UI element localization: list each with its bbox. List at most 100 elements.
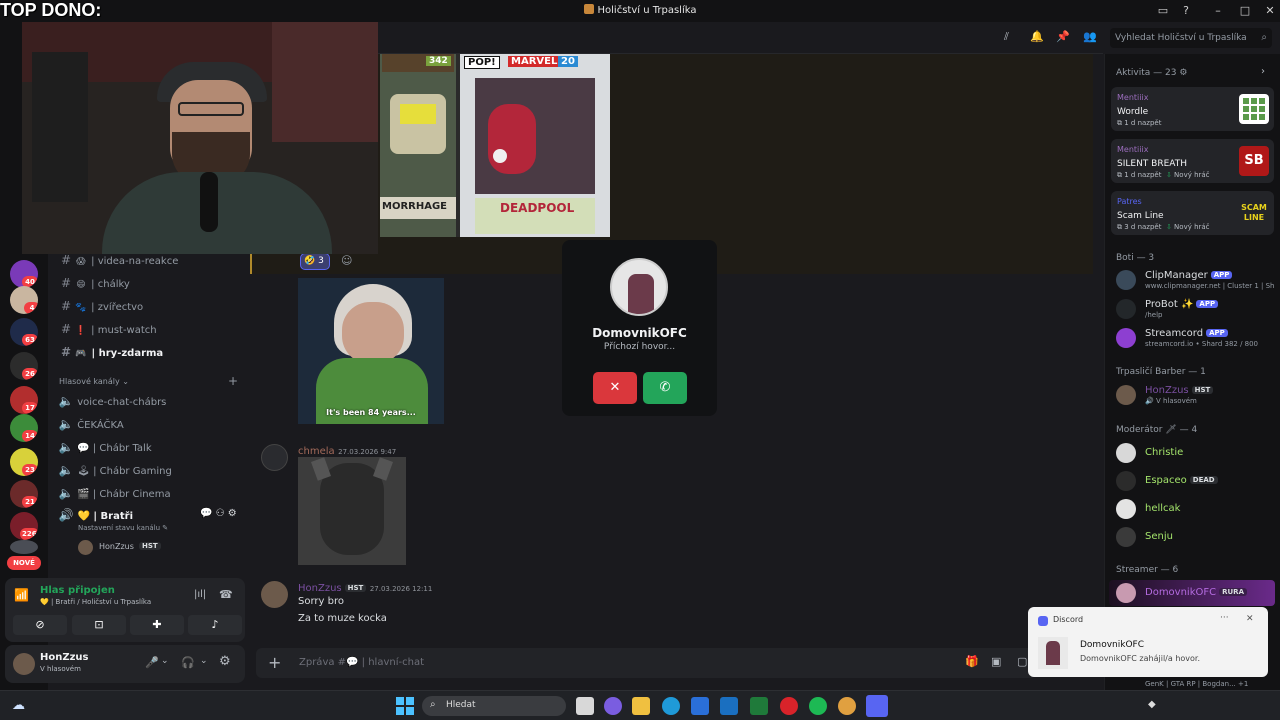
gif-icon[interactable]: ▣ bbox=[991, 655, 1001, 668]
server-icon[interactable]: 226 bbox=[10, 512, 38, 540]
members-icon[interactable]: 👥 bbox=[1083, 30, 1097, 43]
voice-channel-item[interactable]: 🔈 ČEKÁČKA bbox=[58, 414, 244, 434]
member-item[interactable]: Senju bbox=[1116, 525, 1276, 549]
avatar bbox=[1116, 328, 1136, 348]
message-author[interactable]: HonZzus bbox=[298, 583, 342, 594]
channel-item[interactable]: # ❗ | must-watch bbox=[58, 319, 244, 339]
app-icon[interactable] bbox=[838, 697, 856, 715]
opera-icon[interactable] bbox=[780, 697, 798, 715]
voice-channel-item[interactable]: 🔈 🎬 | Chábr Cinema bbox=[58, 483, 244, 503]
accept-call-button[interactable]: ✆ bbox=[643, 372, 687, 404]
member-item[interactable]: Christie bbox=[1116, 441, 1276, 465]
file-explorer-icon[interactable] bbox=[632, 697, 650, 715]
outlook-icon[interactable] bbox=[720, 697, 738, 715]
inbox-icon[interactable]: ▭ bbox=[1155, 3, 1171, 19]
attachment-image[interactable]: 342 MORRHAGE POP! MARVEL 20 DEADPOOL bbox=[380, 54, 610, 237]
member-item[interactable]: HonZzus HST 🔊 V hlasovém bbox=[1116, 383, 1276, 407]
weather-icon[interactable]: ☁ bbox=[12, 698, 25, 713]
activity-card[interactable]: Mentiiix Wordle ⧉ 1 d nazpět bbox=[1111, 87, 1274, 131]
chevron-down-icon[interactable]: ⌄ bbox=[161, 656, 169, 666]
server-icon[interactable]: 23 bbox=[10, 448, 38, 476]
channel-item[interactable]: # 🐾 | zvířectvo bbox=[58, 296, 244, 316]
server-icon[interactable]: 40 bbox=[10, 260, 38, 288]
avatar[interactable] bbox=[13, 653, 35, 675]
activity-card[interactable]: Patres Scam Line ⧉ 3 d nazpět ⇩ Nový hrá… bbox=[1111, 191, 1274, 235]
noise-suppression-icon[interactable]: |ıl| bbox=[194, 589, 206, 600]
store-icon[interactable] bbox=[691, 697, 709, 715]
member-item[interactable]: Streamcord APP streamcord.io • Shard 382 … bbox=[1116, 326, 1276, 350]
channel-item[interactable]: # 🎮 | hry-zdarma bbox=[58, 342, 244, 362]
channel-status[interactable]: Nastavení stavu kanálu ✎ bbox=[78, 524, 168, 532]
member-sub: GenK | GTA RP | Bogdan... +1 bbox=[1145, 680, 1249, 688]
avatar[interactable] bbox=[261, 444, 288, 471]
server-icon[interactable]: 14 bbox=[10, 414, 38, 442]
voice-member[interactable]: HonZzus HST bbox=[78, 539, 228, 557]
new-unreads-pill[interactable]: NOVÉ bbox=[7, 556, 41, 570]
app-icon[interactable] bbox=[750, 697, 768, 715]
reaction-button[interactable]: 🤣 3 bbox=[300, 253, 330, 270]
close-icon[interactable]: ✕ bbox=[1246, 614, 1254, 624]
decline-call-button[interactable]: ✕ bbox=[593, 372, 637, 404]
gear-icon[interactable]: ⚙ bbox=[219, 654, 231, 669]
camera-off-button[interactable]: ⊘ bbox=[13, 615, 67, 635]
notification-toast[interactable]: Discord ··· ✕ DomovnikOFC DomovnikOFC za… bbox=[1028, 607, 1268, 677]
gear-icon[interactable]: ⚙ bbox=[1179, 68, 1187, 78]
member-item[interactable]: ProBot ✨ APP /help bbox=[1116, 297, 1276, 321]
add-attachment-icon[interactable]: + bbox=[268, 653, 281, 672]
more-options-icon[interactable]: ··· bbox=[1220, 613, 1229, 623]
screen-share-button[interactable]: ⊡ bbox=[72, 615, 126, 635]
disconnect-icon[interactable]: ☎ bbox=[219, 588, 233, 601]
threads-icon[interactable]: ⫽ bbox=[1004, 30, 1009, 44]
member-item[interactable]: DomovnikOFC RURA bbox=[1109, 580, 1275, 606]
network-icon[interactable]: ◆ bbox=[1148, 699, 1156, 710]
server-icon[interactable] bbox=[10, 540, 38, 554]
server-icon[interactable]: 4 bbox=[10, 286, 38, 314]
toast-app: Discord bbox=[1053, 615, 1084, 624]
task-view-icon[interactable] bbox=[576, 697, 594, 715]
pin-icon[interactable]: 📌 bbox=[1056, 30, 1070, 43]
message-author[interactable]: chmela bbox=[298, 446, 335, 457]
edge-icon[interactable] bbox=[662, 697, 680, 715]
voice-channel-actions[interactable]: 💬 ⚇ ⚙ bbox=[200, 508, 237, 519]
member-item[interactable]: ClipManager APP www.clipmanager.net | Clu… bbox=[1116, 268, 1276, 292]
bell-icon[interactable]: 🔔 bbox=[1030, 30, 1044, 43]
voice-channel-item[interactable]: 🔈 💬 | Chábr Talk bbox=[58, 437, 244, 457]
avatar[interactable] bbox=[261, 581, 288, 608]
discord-icon[interactable] bbox=[866, 695, 888, 717]
gif-attachment[interactable]: It's been 84 years... bbox=[298, 278, 444, 424]
gift-icon[interactable]: 🎁 bbox=[965, 655, 979, 668]
voice-location[interactable]: 💛 | Bratři / Holičství u Trpaslíka bbox=[40, 598, 151, 606]
search-input[interactable]: Vyhledat Holičství u Trpaslíka ⌕ bbox=[1110, 28, 1272, 48]
start-icon[interactable] bbox=[396, 697, 414, 715]
server-icon[interactable]: 63 bbox=[10, 318, 38, 346]
maximize-button[interactable]: □ bbox=[1237, 3, 1253, 19]
server-icon[interactable]: 17 bbox=[10, 386, 38, 414]
microphone-icon[interactable]: 🎤 bbox=[145, 656, 159, 669]
headphones-icon[interactable]: 🎧 bbox=[181, 656, 195, 669]
voice-channels-header[interactable]: Hlasové kanály ⌄ bbox=[59, 377, 129, 386]
activity-card[interactable]: Mentiiix SILENT BREATH ⧉ 1 d nazpět ⇩ No… bbox=[1111, 139, 1274, 183]
chevron-right-icon[interactable]: › bbox=[1261, 66, 1265, 77]
help-icon[interactable]: ? bbox=[1178, 3, 1194, 19]
text-channel-icon: # bbox=[60, 276, 72, 290]
voice-channel-item[interactable]: 🔈 voice-chat-chábrs bbox=[58, 391, 244, 411]
soundboard-button[interactable]: ♪ bbox=[188, 615, 242, 635]
add-reaction-icon[interactable]: ☺ bbox=[341, 254, 352, 267]
copilot-icon[interactable] bbox=[604, 697, 622, 715]
add-channel-icon[interactable]: + bbox=[228, 374, 238, 388]
activities-button[interactable]: ✚ bbox=[130, 615, 184, 635]
spotify-icon[interactable] bbox=[809, 697, 827, 715]
chevron-down-icon[interactable]: ⌄ bbox=[200, 656, 208, 666]
message-input[interactable]: Zpráva #💬 | hlavní-chat bbox=[299, 657, 424, 668]
image-attachment[interactable] bbox=[298, 457, 406, 565]
sticker-icon[interactable]: ▢ bbox=[1017, 655, 1027, 668]
minimize-button[interactable]: – bbox=[1210, 3, 1226, 19]
voice-channel-item[interactable]: 🔈 🕹 | Chábr Gaming bbox=[58, 460, 244, 480]
server-icon[interactable]: 21 bbox=[10, 480, 38, 508]
server-icon[interactable]: 26 bbox=[10, 352, 38, 380]
taskbar-search[interactable]: ⌕ Hledat bbox=[422, 696, 566, 716]
member-item[interactable]: hellcak bbox=[1116, 497, 1276, 521]
close-window-button[interactable]: ✕ bbox=[1262, 3, 1278, 19]
member-item[interactable]: Espaceo DEAD bbox=[1116, 469, 1276, 493]
channel-item[interactable]: # 😄 | chálky bbox=[58, 273, 244, 293]
